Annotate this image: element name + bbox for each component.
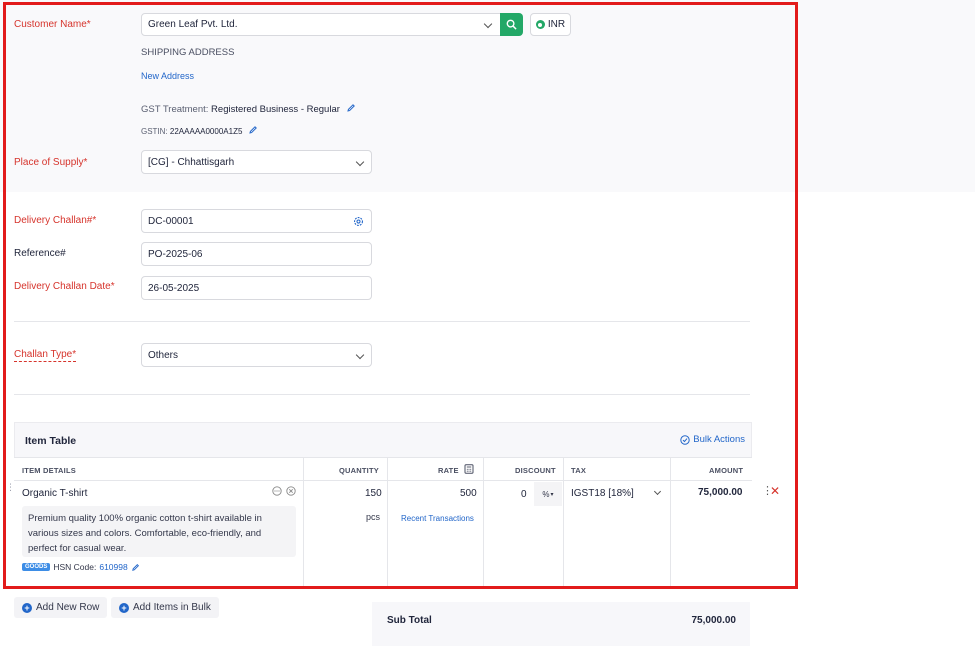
plus-icon: +: [119, 602, 129, 613]
plus-icon: +: [22, 602, 32, 613]
highlight-frame: [3, 2, 798, 589]
add-new-row-button[interactable]: + Add New Row: [14, 597, 108, 618]
sub-total-value: 75,000.00: [691, 615, 737, 626]
add-items-bulk-button[interactable]: + Add Items in Bulk: [111, 597, 219, 618]
add-new-row-label: Add New Row: [36, 602, 100, 613]
sub-total-label: Sub Total: [387, 615, 432, 626]
add-items-bulk-label: Add Items in Bulk: [133, 602, 211, 613]
totals-panel: Sub Total 75,000.00: [372, 602, 750, 646]
